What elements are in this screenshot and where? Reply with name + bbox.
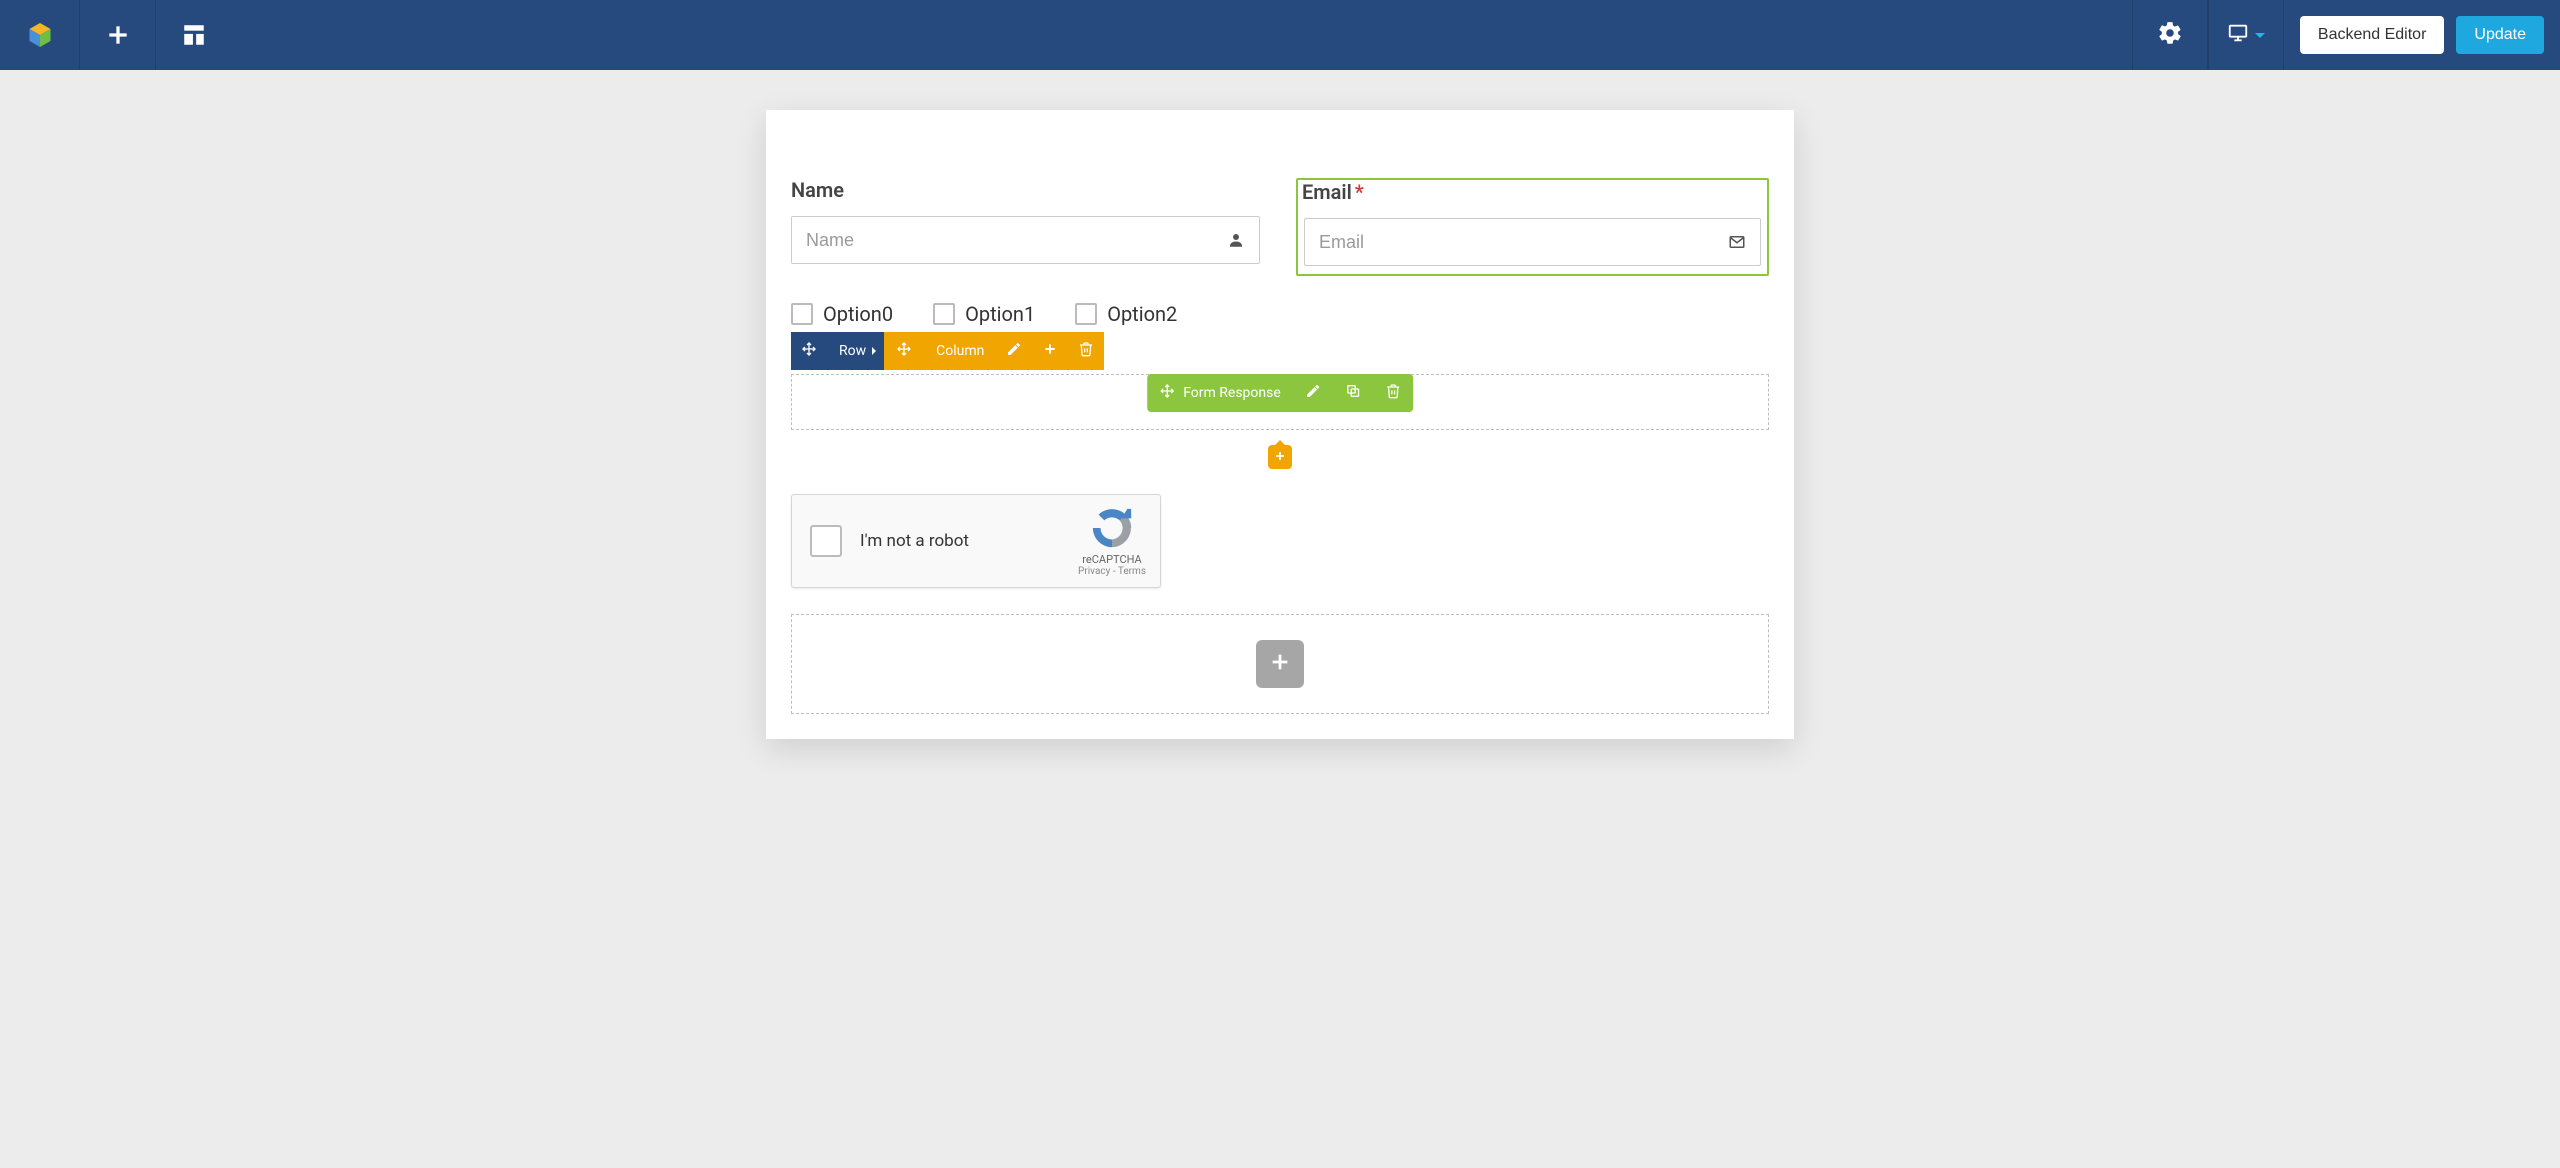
form-response-clone[interactable] [1333,383,1373,403]
recaptcha-checkbox[interactable] [810,525,842,557]
checkbox-icon [933,303,955,325]
form-field-email[interactable]: Email* [1296,178,1769,276]
row-label[interactable]: Row [827,332,884,370]
column-drag-handle[interactable] [884,332,924,370]
option-0[interactable]: Option0 [791,302,893,326]
gear-icon [2157,20,2183,50]
add-element-below-button[interactable] [1268,445,1292,469]
form-field-name[interactable]: Name [791,178,1260,276]
add-element-button[interactable] [80,0,156,70]
form-response-edit[interactable] [1293,383,1333,403]
user-icon [1227,231,1245,249]
checkbox-icon [1075,303,1097,325]
move-icon [801,341,817,361]
topbar: Backend Editor Update [0,0,2560,70]
plus-icon [1269,651,1291,677]
column-label[interactable]: Column [924,332,996,370]
row-drag-handle[interactable] [791,332,827,370]
option-1[interactable]: Option1 [933,302,1035,326]
templates-button[interactable] [156,0,232,70]
recaptcha-logo-icon [1089,505,1135,551]
checkbox-icon [791,303,813,325]
caret-down-icon [2255,33,2265,38]
copy-icon [1345,383,1361,403]
recaptcha-text: I'm not a robot [860,531,1078,551]
empty-section[interactable] [791,614,1769,714]
email-label: Email* [1298,180,1767,204]
form-response-drag[interactable]: Form Response [1147,383,1293,403]
add-section-button[interactable] [1256,640,1304,688]
settings-button[interactable] [2132,0,2208,70]
recaptcha-widget[interactable]: I'm not a robot reCAPTCHA Privacy - Term… [791,494,1161,588]
update-button[interactable]: Update [2456,16,2544,54]
move-icon [1159,383,1175,403]
plus-icon [1273,448,1287,467]
column-edit-button[interactable] [996,332,1032,370]
option-2[interactable]: Option2 [1075,302,1177,326]
column-delete-button[interactable] [1068,332,1104,370]
form-response-controls: Form Response [1147,374,1413,412]
wpbakery-logo[interactable] [0,0,80,70]
backend-editor-button[interactable]: Backend Editor [2300,16,2445,54]
element-placeholder[interactable]: Form Response [791,374,1769,430]
plus-icon [1042,341,1058,361]
form-checkboxes: Option0 Option1 Option2 [791,302,1769,326]
editor-canvas: Name Email* [766,110,1794,739]
name-input[interactable] [806,230,1215,251]
desktop-icon [2227,22,2249,48]
recaptcha-brand: reCAPTCHA Privacy - Terms [1078,505,1146,577]
column-add-button[interactable] [1032,332,1068,370]
required-mark: * [1355,180,1364,204]
envelope-icon [1728,233,1746,251]
trash-icon [1078,341,1094,361]
move-icon [896,341,912,361]
pencil-icon [1305,383,1321,403]
name-label: Name [791,178,1260,202]
row-column-controls: Row Column [791,332,1769,370]
responsive-preview-button[interactable] [2208,0,2284,70]
pencil-icon [1006,341,1022,361]
trash-icon [1385,383,1401,403]
email-input[interactable] [1319,232,1716,253]
form-response-delete[interactable] [1373,383,1413,403]
